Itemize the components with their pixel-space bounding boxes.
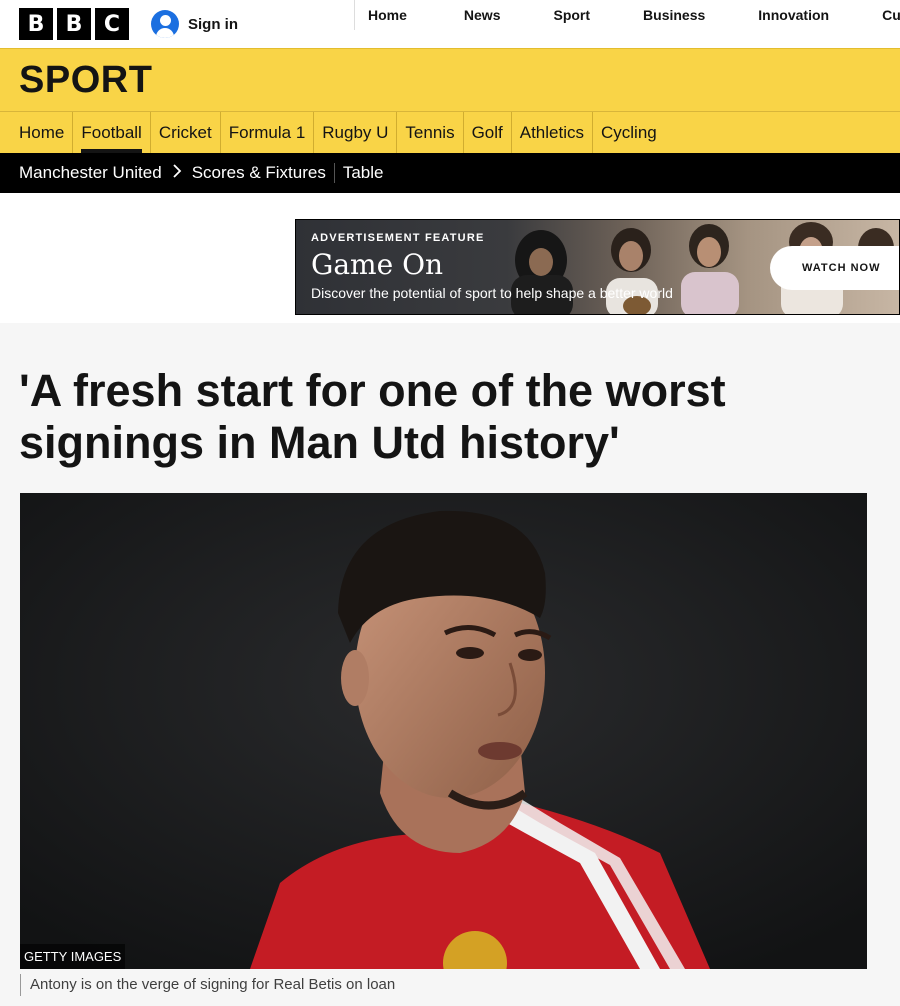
sport-nav-golf[interactable]: Golf (462, 112, 511, 153)
sport-nav-cricket[interactable]: Cricket (149, 112, 220, 153)
sport-nav-cycling[interactable]: Cycling (592, 112, 665, 153)
nav-divider (333, 163, 335, 183)
global-nav-home[interactable]: Home (368, 0, 407, 30)
sport-nav-tennis[interactable]: Tennis (396, 112, 462, 153)
sport-nav-athletics[interactable]: Athletics (510, 112, 592, 153)
article-photo: GETTY IMAGES (20, 493, 867, 969)
global-nav-news[interactable]: News (464, 0, 501, 30)
logo-letter-b1: B (19, 8, 53, 40)
watch-now-button[interactable]: WATCH NOW (770, 246, 899, 290)
table-link[interactable]: Table (343, 163, 384, 183)
logo-letter-c: C (95, 8, 129, 40)
sport-nav-football[interactable]: Football (72, 112, 149, 153)
sport-title[interactable]: SPORT (0, 49, 900, 112)
sport-nav: Home Football Cricket Formula 1 Rugby U … (0, 112, 900, 153)
article: 'A fresh start for one of the worst sign… (0, 323, 900, 1006)
ad-feature-label: ADVERTISEMENT FEATURE (311, 232, 485, 244)
chevron-right-icon (172, 164, 182, 182)
global-nav-business[interactable]: Business (643, 0, 705, 30)
sport-nav-formula-1[interactable]: Formula 1 (219, 112, 314, 153)
global-nav: Home News Sport Business Innovation Cult (354, 0, 900, 30)
global-nav-sport[interactable]: Sport (553, 0, 590, 30)
logo-letter-b2: B (57, 8, 91, 40)
sign-in-button[interactable]: Sign in (151, 0, 238, 48)
team-nav: Manchester United Scores & Fixtures Tabl… (0, 153, 900, 193)
team-link[interactable]: Manchester United (19, 163, 162, 183)
sport-nav-rugby-union[interactable]: Rugby U (313, 112, 396, 153)
article-headline: 'A fresh start for one of the worst sign… (19, 365, 726, 468)
player-photo-image (20, 493, 867, 969)
sport-nav-home[interactable]: Home (19, 112, 72, 153)
global-nav-innovation[interactable]: Innovation (758, 0, 829, 30)
ad-area: ADVERTISEMENT FEATURE Game On Discover t… (0, 193, 900, 323)
ad-subtitle: Discover the potential of sport to help … (311, 285, 673, 301)
image-credit: GETTY IMAGES (20, 944, 126, 969)
global-nav-culture[interactable]: Cult (882, 0, 900, 30)
ad-title: Game On (311, 248, 444, 281)
scores-fixtures-link[interactable]: Scores & Fixtures (192, 163, 326, 183)
user-icon (151, 10, 179, 38)
advertisement-banner[interactable]: ADVERTISEMENT FEATURE Game On Discover t… (295, 219, 900, 315)
sign-in-label: Sign in (188, 15, 238, 33)
image-caption: Antony is on the verge of signing for Re… (20, 974, 395, 996)
bbc-top-bar: B B C Sign in Home News Sport Business I… (0, 0, 900, 48)
sport-banner: SPORT Home Football Cricket Formula 1 Ru… (0, 48, 900, 153)
bbc-logo[interactable]: B B C (19, 8, 129, 40)
